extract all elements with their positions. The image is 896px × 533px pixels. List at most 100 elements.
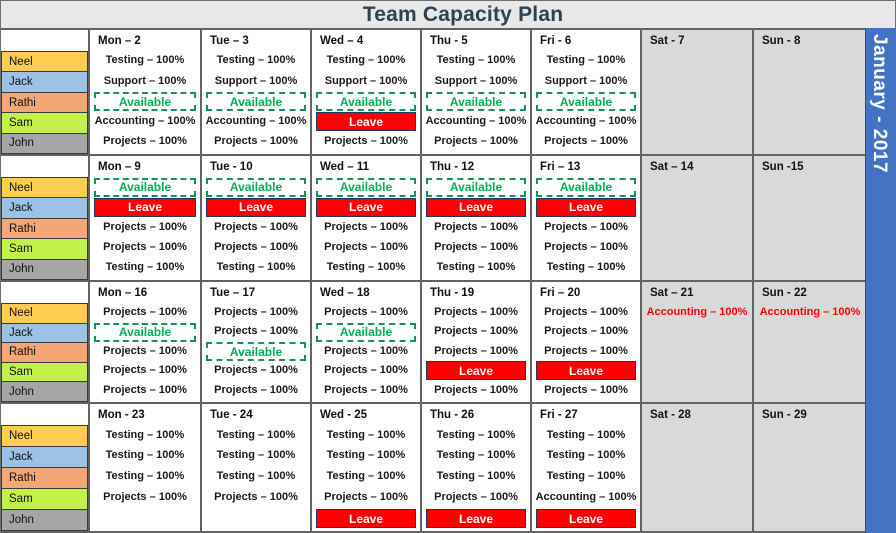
assignment-slot[interactable]: Testing – 100%: [94, 51, 196, 71]
available-slot[interactable]: Available: [206, 177, 306, 197]
available-slot[interactable]: Available: [206, 91, 306, 111]
available-badge[interactable]: Available: [536, 92, 636, 111]
day-cell[interactable]: Tue – 17 Projects – 100% Projects – 100% Av…: [202, 282, 312, 402]
assignment-slot[interactable]: Projects – 100%: [426, 322, 526, 341]
assignment-slot[interactable]: Testing – 100%: [206, 467, 306, 488]
assignment-slot[interactable]: Testing – 100%: [316, 425, 416, 446]
available-slot[interactable]: Available: [94, 322, 196, 342]
leave-slot[interactable]: Leave: [536, 361, 636, 381]
leave-badge[interactable]: Leave: [536, 197, 636, 217]
assignment-slot[interactable]: Testing – 100%: [316, 51, 416, 71]
leave-slot[interactable]: Leave: [316, 197, 416, 217]
day-cell[interactable]: Thu - 26 Testing – 100% Testing – 100% Test…: [422, 404, 532, 531]
assignment-slot[interactable]: Testing – 100%: [94, 446, 196, 467]
assignment-slot[interactable]: Projects – 100%: [206, 487, 306, 508]
day-cell[interactable]: Fri - 6 Testing – 100% Support – 100% Avail…: [532, 30, 642, 154]
empty-slot[interactable]: [646, 467, 748, 488]
available-badge[interactable]: Available: [426, 92, 526, 111]
empty-slot[interactable]: [758, 381, 862, 400]
leave-badge[interactable]: Leave: [426, 361, 526, 381]
leave-badge[interactable]: Leave: [536, 361, 636, 381]
available-slot[interactable]: Available: [94, 91, 196, 111]
assignment-slot[interactable]: Accounting – 100%: [536, 112, 637, 132]
assignment-slot[interactable]: Projects – 100%: [426, 132, 526, 152]
assignment-slot[interactable]: Accounting – 100%: [94, 112, 196, 132]
empty-slot[interactable]: [646, 217, 748, 237]
day-cell[interactable]: Sun - 29: [754, 404, 866, 531]
day-cell[interactable]: Wed – 11 Available Leave Projects – 100% Pro…: [312, 156, 422, 280]
available-slot[interactable]: Available: [94, 177, 196, 197]
assignment-slot[interactable]: Testing – 100%: [536, 258, 636, 278]
assignment-slot[interactable]: Projects – 100%: [426, 303, 526, 322]
assignment-slot[interactable]: Projects – 100%: [94, 238, 196, 258]
empty-slot[interactable]: [646, 258, 748, 278]
available-slot[interactable]: Available: [536, 91, 636, 111]
empty-slot[interactable]: [758, 467, 862, 488]
assignment-slot[interactable]: Accounting – 100%: [426, 112, 527, 132]
assignment-slot[interactable]: Testing – 100%: [536, 425, 636, 446]
day-cell[interactable]: Sun -15: [754, 156, 866, 280]
assignment-slot[interactable]: Testing – 100%: [316, 446, 416, 467]
leave-badge[interactable]: Leave: [536, 509, 636, 529]
empty-slot[interactable]: [646, 51, 748, 71]
assignment-slot[interactable]: Projects – 100%: [206, 361, 306, 380]
empty-slot[interactable]: [758, 342, 862, 361]
day-cell[interactable]: Sat - 7: [642, 30, 754, 154]
assignment-slot[interactable]: Testing – 100%: [536, 467, 636, 488]
available-badge[interactable]: Available: [536, 177, 636, 197]
available-badge[interactable]: Available: [94, 322, 196, 342]
assignment-slot[interactable]: Testing – 100%: [316, 258, 416, 278]
assignment-slot[interactable]: Projects – 100%: [94, 487, 196, 508]
day-cell[interactable]: Tue - 24 Testing – 100% Testing – 100% Test…: [202, 404, 312, 531]
empty-slot[interactable]: [758, 361, 862, 380]
empty-slot[interactable]: [646, 487, 748, 508]
leave-slot[interactable]: Leave: [426, 361, 526, 381]
assignment-slot[interactable]: Projects – 100%: [206, 217, 306, 237]
empty-slot[interactable]: [646, 197, 748, 217]
assignment-slot[interactable]: Projects – 100%: [426, 381, 526, 400]
available-badge[interactable]: Available: [94, 177, 196, 197]
available-slot[interactable]: Available: [316, 322, 416, 342]
available-slot[interactable]: Available: [426, 177, 526, 197]
leave-slot[interactable]: Leave: [94, 197, 196, 217]
assignment-slot[interactable]: Projects – 100%: [426, 217, 526, 237]
assignment-slot[interactable]: Testing – 100%: [94, 467, 196, 488]
assignment-slot[interactable]: Projects – 100%: [206, 303, 306, 322]
empty-slot[interactable]: [646, 342, 748, 361]
day-cell[interactable]: Wed – 18 Projects – 100% Available Projects…: [312, 282, 422, 402]
assignment-slot[interactable]: Projects – 100%: [206, 238, 306, 258]
empty-slot[interactable]: [758, 446, 862, 467]
assignment-slot[interactable]: Projects – 100%: [316, 132, 416, 152]
assignment-slot[interactable]: Support – 100%: [316, 71, 416, 91]
empty-slot[interactable]: [646, 322, 748, 341]
day-cell[interactable]: Fri – 20 Projects – 100% Projects – 100% Pr…: [532, 282, 642, 402]
assignment-slot[interactable]: Projects – 100%: [426, 342, 526, 361]
day-cell[interactable]: Mon – 2 Testing – 100% Support – 100% Avail…: [90, 30, 202, 154]
assignment-slot[interactable]: Projects – 100%: [536, 238, 636, 258]
assignment-slot[interactable]: Projects – 100%: [94, 361, 196, 380]
day-cell[interactable]: Wed – 4 Testing – 100% Support – 100% Avail…: [312, 30, 422, 154]
assignment-slot[interactable]: Testing – 100%: [536, 446, 636, 467]
leave-badge[interactable]: Leave: [94, 197, 196, 217]
assignment-slot[interactable]: Projects – 100%: [316, 342, 416, 361]
day-cell[interactable]: Sun - 22 Accounting – 100%: [754, 282, 866, 402]
empty-slot[interactable]: [758, 197, 862, 217]
empty-slot[interactable]: [646, 238, 748, 258]
assignment-slot[interactable]: Projects – 100%: [316, 217, 416, 237]
available-badge[interactable]: Available: [316, 92, 416, 111]
day-cell[interactable]: Thu - 5 Testing – 100% Support – 100% Avail…: [422, 30, 532, 154]
day-cell[interactable]: Mon – 9 Available Leave Projects – 100% Proj…: [90, 156, 202, 280]
assignment-slot[interactable]: Testing – 100%: [206, 51, 306, 71]
empty-slot[interactable]: [646, 508, 748, 529]
leave-badge[interactable]: Leave: [426, 509, 526, 529]
assignment-slot[interactable]: Accounting – 100%: [206, 112, 307, 132]
day-cell[interactable]: Sat – 21 Accounting – 100%: [642, 282, 754, 402]
day-cell[interactable]: Tue - 10 Available Leave Projects – 100% Pro…: [202, 156, 312, 280]
empty-slot[interactable]: [646, 361, 748, 380]
assignment-slot[interactable]: Testing – 100%: [426, 51, 526, 71]
assignment-slot[interactable]: Testing – 100%: [426, 425, 526, 446]
available-badge[interactable]: Available: [206, 177, 306, 197]
assignment-slot[interactable]: Projects – 100%: [536, 342, 636, 361]
assignment-slot[interactable]: Testing – 100%: [316, 467, 416, 488]
empty-slot[interactable]: [94, 508, 196, 529]
